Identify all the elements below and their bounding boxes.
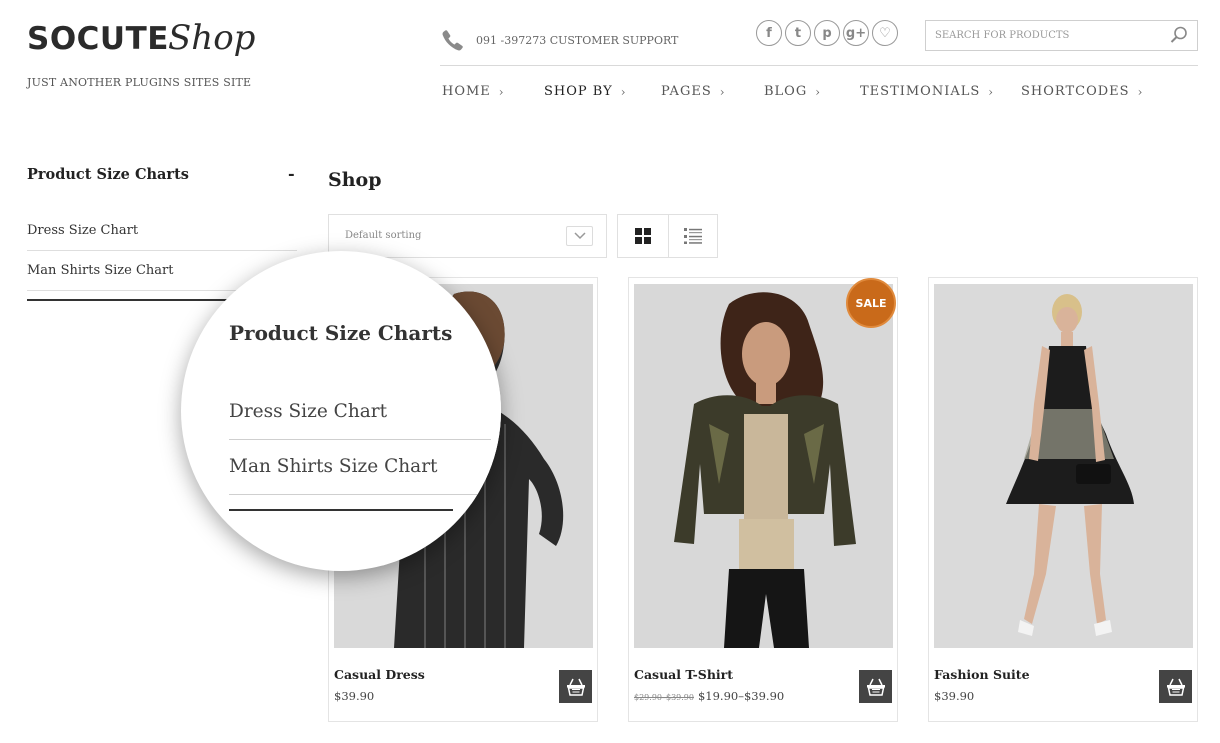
nav-home[interactable]: HOME › (442, 84, 544, 99)
nav-testimonials[interactable]: TESTIMONIALS › (860, 84, 1021, 99)
sort-select[interactable]: Default sorting (328, 214, 607, 258)
nav-shop-by[interactable]: SHOP BY › (544, 84, 661, 99)
list-icon (683, 228, 702, 244)
chevron-right-icon: › (988, 84, 995, 99)
phone-icon (442, 30, 463, 51)
magnified-bottom-bar (229, 509, 453, 511)
magnified-product-edge (471, 291, 501, 531)
search-icon[interactable] (1169, 25, 1189, 45)
collapse-toggle[interactable]: - (288, 164, 295, 183)
nav-label: BLOG (764, 84, 808, 99)
current-price: $39.90 (334, 689, 375, 703)
add-to-cart-button[interactable] (559, 670, 592, 703)
sale-badge: SALE (846, 278, 896, 328)
nav-divider (440, 65, 1198, 66)
product-price: $29.90–$39.90 $19.90–$39.90 (634, 689, 784, 703)
current-price: $19.90–$39.90 (697, 689, 785, 703)
add-to-cart-button[interactable] (1159, 670, 1192, 703)
widget-title: Product Size Charts (27, 166, 189, 183)
nav-label: PAGES (661, 84, 712, 99)
product-card[interactable]: Fashion Suite $39.90 (928, 277, 1198, 722)
magnified-link-dress-size-chart: Dress Size Chart (229, 401, 388, 422)
site-tagline: JUST ANOTHER PLUGINS SITES SITE (27, 76, 252, 89)
nav-label: HOME (442, 84, 491, 99)
chevron-right-icon: › (815, 84, 822, 99)
product-card[interactable]: Casual T-Shirt $29.90–$39.90 $19.90–$39.9… (628, 277, 898, 722)
logo-wordmark: SOCUTE (27, 21, 169, 57)
magnified-link-man-shirts-size-chart: Man Shirts Size Chart (229, 456, 438, 477)
add-to-cart-button[interactable] (859, 670, 892, 703)
divider (229, 494, 491, 495)
nav-shortcodes[interactable]: SHORTCODES › (1021, 84, 1143, 99)
nav-pages[interactable]: PAGES › (661, 84, 764, 99)
sort-value: Default sorting (345, 230, 422, 241)
page-title: Shop (328, 169, 382, 191)
product-price: $39.90 (934, 689, 974, 703)
grid-view-button[interactable] (618, 215, 668, 257)
product-name[interactable]: Fashion Suite (934, 667, 1030, 682)
product-image[interactable] (634, 284, 893, 648)
customer-support: 091 -397273 CUSTOMER SUPPORT (440, 26, 678, 54)
sidebar-link-man-shirts-size-chart[interactable]: Man Shirts Size Chart (27, 263, 174, 278)
chevron-right-icon: › (1137, 84, 1144, 99)
chevron-right-icon: › (620, 84, 627, 99)
list-view-button[interactable] (667, 215, 718, 257)
sidebar-link-dress-size-chart[interactable]: Dress Size Chart (27, 223, 138, 238)
grid-icon (634, 228, 651, 244)
basket-icon (866, 678, 885, 696)
chevron-right-icon: › (498, 84, 505, 99)
google-plus-icon[interactable]: g+ (843, 20, 869, 46)
divider (229, 439, 491, 440)
product-name[interactable]: Casual T-Shirt (634, 667, 733, 682)
logo-script: Shop (168, 18, 256, 58)
chevron-right-icon: › (719, 84, 726, 99)
support-text: 091 -397273 CUSTOMER SUPPORT (476, 33, 679, 47)
current-price: $39.90 (934, 689, 975, 703)
nav-label: SHOP BY (544, 84, 613, 99)
basket-icon (1166, 678, 1185, 696)
search-input[interactable] (926, 21, 1161, 50)
product-image[interactable] (934, 284, 1193, 648)
nav-blog[interactable]: BLOG › (764, 84, 860, 99)
view-toggle (617, 214, 718, 258)
magnified-widget-title: Product Size Charts (229, 321, 453, 345)
heart-icon[interactable]: ♡ (872, 20, 898, 46)
social-links: f t p g+ ♡ (756, 20, 898, 46)
pinterest-icon[interactable]: p (814, 20, 840, 46)
widget-bottom-bar (27, 299, 241, 301)
search-box (925, 20, 1198, 51)
old-price: $29.90–$39.90 (634, 693, 694, 702)
main-nav: HOME › SHOP BY › PAGES › BLOG › TESTIMONIALS… (442, 84, 1143, 99)
basket-icon (566, 678, 585, 696)
product-name[interactable]: Casual Dress (334, 667, 425, 682)
product-price: $39.90 (334, 689, 374, 703)
twitter-icon[interactable]: t (785, 20, 811, 46)
facebook-icon[interactable]: f (756, 20, 782, 46)
magnifier-callout: Product Size Charts Dress Size Chart Man… (181, 251, 501, 571)
divider (27, 250, 297, 251)
nav-label: TESTIMONIALS (860, 84, 981, 99)
chevron-down-icon[interactable] (566, 226, 593, 246)
nav-label: SHORTCODES (1021, 84, 1130, 99)
